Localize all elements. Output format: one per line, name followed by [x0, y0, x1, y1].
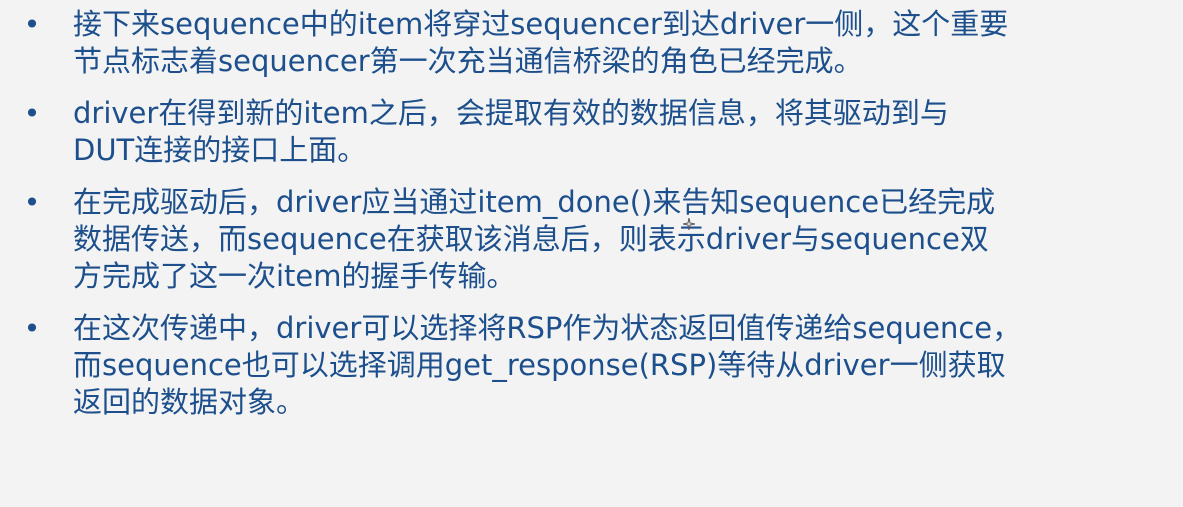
bullet-text-line: 数据传送，而sequence在获取该消息后，则表示driver与sequence…	[73, 222, 989, 256]
bullet-text-line: driver在得到新的item之后，会提取有效的数据信息，将其驱动到与	[73, 96, 949, 130]
bullet-item-4: • 在这次传递中，driver可以选择将RSP作为状态返回值传递给sequenc…	[0, 310, 1183, 421]
bullet-text-line: 返回的数据对象。	[73, 385, 306, 419]
bullet-text-line: 方完成了这一次item的握手传输。	[73, 259, 516, 293]
bullet-list: • 接下来sequence中的item将穿过sequencer到达driver一…	[0, 6, 1183, 421]
bullet-text-line: 节点标志着sequencer第一次充当通信桥梁的角色已经完成。	[73, 44, 863, 78]
bullet-item-3: • 在完成驱动后，driver应当通过item_done()来告知sequenc…	[0, 184, 1183, 295]
bullet-item-1: • 接下来sequence中的item将穿过sequencer到达driver一…	[0, 6, 1183, 80]
bullet-text-line: DUT连接的接口上面。	[73, 133, 367, 167]
bullet-marker: •	[23, 97, 41, 130]
bullet-marker: •	[23, 312, 41, 345]
bullet-text-line: 接下来sequence中的item将穿过sequencer到达driver一侧，…	[73, 7, 1009, 41]
bullet-item-2: • driver在得到新的item之后，会提取有效的数据信息，将其驱动到与 DU…	[0, 95, 1183, 169]
bullet-text-line: 在这次传递中，driver可以选择将RSP作为状态返回值传递给sequence，	[73, 311, 1022, 345]
mouse-cursor-icon	[682, 217, 696, 231]
bullet-marker: •	[23, 186, 41, 219]
bullet-marker: •	[23, 8, 41, 41]
slide: • 接下来sequence中的item将穿过sequencer到达driver一…	[0, 0, 1183, 507]
bullet-text-line: 在完成驱动后，driver应当通过item_done()来告知sequence已…	[73, 185, 996, 219]
bullet-text-line: 而sequence也可以选择调用get_response(RSP)等待从driv…	[73, 348, 1006, 382]
